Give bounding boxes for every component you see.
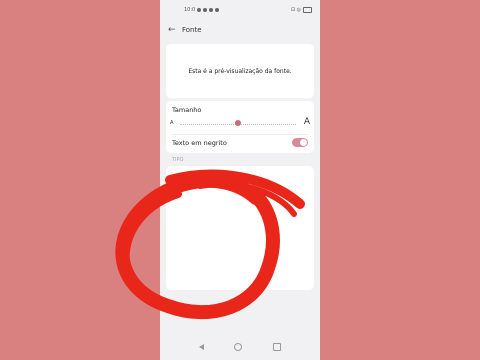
battery-icon xyxy=(303,7,312,13)
size-label: Tamanho xyxy=(172,106,202,114)
navigation-bar xyxy=(160,336,320,358)
phone-screen: 10:0 ⊡ ◎ ← Fonte Esta é a pré-visualizaç… xyxy=(160,0,320,360)
nav-back-icon[interactable] xyxy=(199,344,205,350)
font-type-card[interactable] xyxy=(166,166,314,290)
bold-text-label: Texto em negrito xyxy=(172,139,227,147)
preview-text: Esta é a pré-visualização da fonte. xyxy=(188,67,292,75)
notification-icon xyxy=(215,8,220,12)
small-a-icon: A xyxy=(170,120,174,126)
toggle-knob xyxy=(300,139,307,146)
bold-text-toggle[interactable] xyxy=(292,138,308,147)
arrow-left-icon[interactable]: ← xyxy=(168,25,182,35)
type-section-label: TIPO xyxy=(172,157,184,163)
status-time: 10:0 xyxy=(184,7,196,13)
status-bar: 10:0 ⊡ ◎ xyxy=(160,0,320,20)
slider-thumb[interactable] xyxy=(235,120,241,126)
font-preview-card: Esta é a pré-visualização da fonte. xyxy=(166,44,314,98)
notification-icon xyxy=(209,8,214,12)
page-title: Fonte xyxy=(182,26,202,34)
large-a-icon: A xyxy=(303,117,310,127)
status-icons: ⊡ ◎ xyxy=(290,7,301,13)
nav-recents-icon[interactable] xyxy=(272,343,281,351)
notification-icon xyxy=(203,8,208,12)
notification-icon xyxy=(197,8,202,12)
divider xyxy=(172,134,308,135)
font-size-slider[interactable]: A A xyxy=(170,117,310,129)
font-settings-card: Tamanho A A Texto em negrito xyxy=(166,101,314,153)
app-bar: ← Fonte xyxy=(160,20,320,40)
nav-home-icon[interactable] xyxy=(234,343,243,351)
